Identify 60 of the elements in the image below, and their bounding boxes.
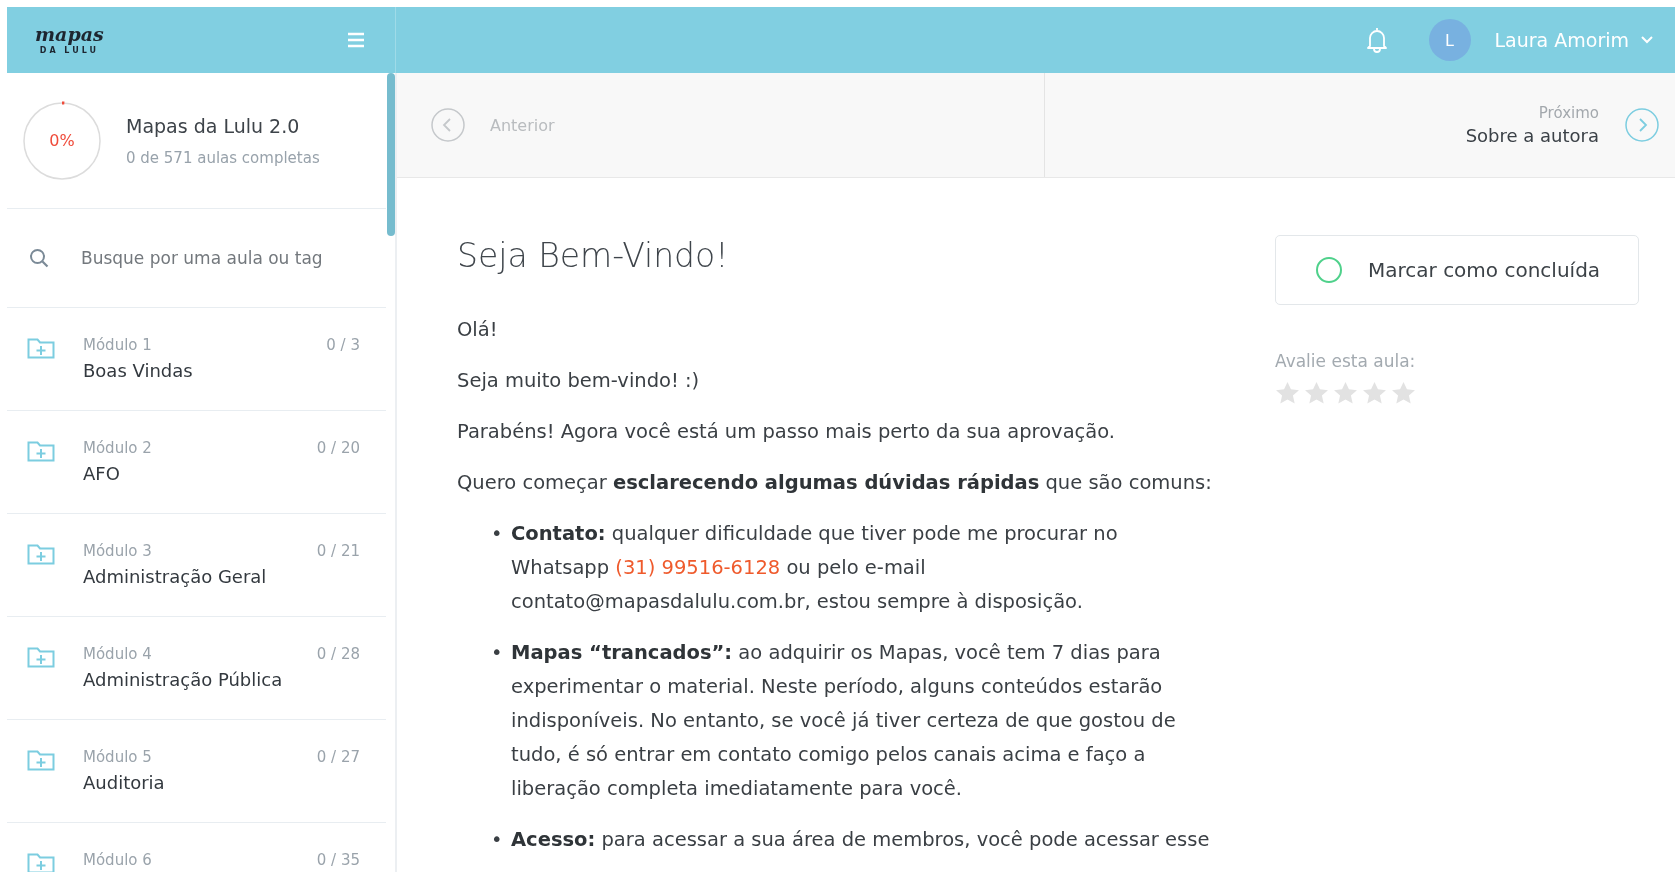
module-title: Administração Geral — [83, 566, 268, 587]
module-title: Administração Pública — [83, 669, 284, 690]
module-count: 0 / 20 — [316, 439, 360, 457]
module-label: Módulo 6 — [83, 851, 153, 869]
bullet-marker: • — [491, 827, 501, 853]
module-item[interactable]: Módulo 1 Boas Vindas 0 / 3 — [7, 308, 386, 411]
bullet-marker: • — [491, 640, 501, 666]
chevron-right-icon — [1625, 108, 1659, 142]
lesson-title: Seja Bem-Vindo! — [457, 236, 730, 275]
list-item: Acesso: para acessar a sua área de membros, você pode acessar esse — [511, 827, 1211, 853]
module-item[interactable]: Módulo 5 Auditoria 0 / 27 — [7, 720, 386, 823]
folder-plus-icon — [27, 542, 55, 566]
module-count: 0 / 27 — [316, 748, 360, 766]
module-title: AFO — [83, 463, 121, 484]
module-item[interactable]: Módulo 4 Administração Pública 0 / 28 — [7, 617, 386, 720]
scrollbar[interactable] — [387, 73, 395, 236]
progress-percent: 0% — [48, 130, 76, 152]
rating-label: Avalie esta aula: — [1275, 351, 1417, 371]
star-icon[interactable] — [1362, 381, 1387, 405]
course-title: Mapas da Lulu 2.0 — [126, 114, 301, 137]
module-title: Auditoria — [83, 772, 166, 793]
module-title: Boas Vindas — [83, 360, 194, 381]
list-item: Contato: qualquer dificuldade que tiver pode me procurar no Whatsapp (31) 99516-6128 ou pelo e-mail contato@mapasdalulu.com.br, estou sempre à disposição. — [511, 521, 1119, 615]
chevron-left-icon — [431, 108, 465, 142]
module-count: 0 / 28 — [316, 645, 360, 663]
folder-plus-icon — [27, 336, 55, 360]
paragraph: Seja muito bem-vindo! :) — [457, 368, 701, 394]
bullet-marker: • — [491, 521, 501, 547]
star-icon[interactable] — [1391, 381, 1416, 405]
course-progress-text: 0 de 571 aulas completas — [126, 148, 320, 167]
paragraph: Olá! — [457, 317, 499, 343]
paragraph: Parabéns! Agora você está um passo mais perto da sua aprovação. — [457, 419, 1117, 445]
module-item[interactable]: Módulo 3 Administração Geral 0 / 21 — [7, 514, 386, 617]
module-count: 0 / 3 — [326, 336, 360, 354]
module-count: 0 / 35 — [316, 851, 360, 869]
module-label: Módulo 4 — [83, 645, 153, 663]
list-item: Mapas “trancados”: ao adquirir os Mapas, você tem 7 dias para experimentar o material. Neste período, alguns conteúdos estarão indisponíveis. No entanto, se você já tiver certeza de que gostou de tudo, é só entrar em contato comigo pelos canais acima e faço a liberação completa imediatamente para você. — [511, 640, 1177, 802]
folder-plus-icon — [27, 439, 55, 463]
module-count: 0 / 21 — [316, 542, 360, 560]
next-button[interactable]: Próximo Sobre a autora — [1045, 73, 1675, 177]
module-label: Módulo 1 — [83, 336, 153, 354]
star-icon[interactable] — [1275, 381, 1300, 405]
caret-icon — [1641, 36, 1653, 44]
logo-subtext: DA LULU — [39, 47, 99, 55]
module-label: Módulo 3 — [83, 542, 153, 560]
mark-complete-button[interactable]: Marcar como concluída — [1275, 235, 1639, 305]
module-label: Módulo 5 — [83, 748, 153, 766]
folder-plus-icon — [27, 851, 55, 872]
logo[interactable]: mapas DA LULU — [35, 25, 104, 55]
star-rating[interactable] — [1275, 381, 1416, 405]
bell-icon[interactable] — [1364, 26, 1389, 54]
module-item[interactable]: Módulo 2 AFO 0 / 20 — [7, 411, 386, 514]
star-icon[interactable] — [1304, 381, 1329, 405]
paragraph: Quero começar esclarecendo algumas dúvidas rápidas que são comuns: — [457, 470, 1213, 496]
folder-plus-icon — [27, 748, 55, 772]
search-icon — [29, 248, 49, 268]
module-label: Módulo 2 — [83, 439, 153, 457]
menu-icon[interactable] — [347, 32, 365, 48]
star-icon[interactable] — [1333, 381, 1358, 405]
folder-plus-icon — [27, 645, 55, 669]
